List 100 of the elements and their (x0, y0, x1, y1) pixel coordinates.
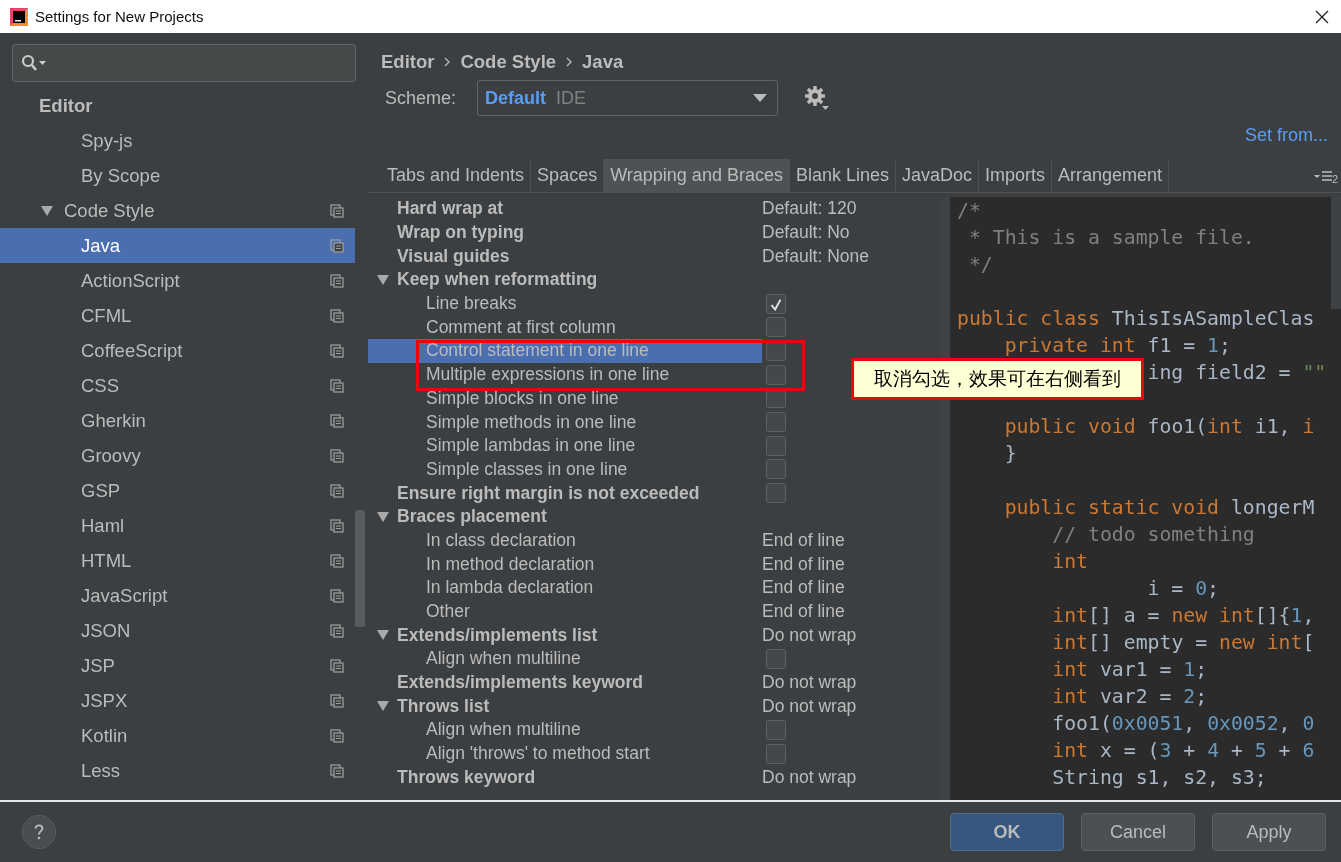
checkbox[interactable] (766, 459, 786, 480)
option-row[interactable]: Visual guides (368, 244, 762, 269)
tab[interactable]: Imports (979, 159, 1053, 192)
option-row[interactable]: Multiple expressions in one line (368, 362, 762, 387)
sidebar-item[interactable]: CSS (0, 368, 355, 403)
dialog-button[interactable]: Apply (1212, 813, 1326, 851)
expand-triangle-icon[interactable] (40, 204, 54, 217)
list-menu-icon (1313, 169, 1332, 182)
scrollbar-thumb[interactable] (355, 510, 365, 627)
sidebar-item[interactable]: Java (0, 228, 355, 263)
option-row[interactable]: Throws keyword (368, 765, 762, 790)
option-value[interactable]: Do not wrap (762, 695, 857, 717)
checkbox[interactable] (766, 435, 786, 456)
option-row[interactable]: In class declaration (368, 528, 762, 553)
tab[interactable]: Tabs and Indents (381, 159, 532, 192)
option-value[interactable]: End of line (762, 601, 845, 623)
option-row[interactable]: In lambda declaration (368, 576, 762, 600)
chevron-icon (444, 56, 451, 67)
chevron-icon (566, 56, 573, 67)
sidebar-item[interactable]: Groovy (0, 438, 355, 473)
option-value[interactable]: End of line (762, 529, 845, 551)
option-row[interactable]: Align 'throws' to method start (368, 741, 762, 766)
option-value[interactable]: Do not wrap (762, 766, 857, 788)
checkbox[interactable] (766, 364, 786, 385)
sidebar-item[interactable]: Gherkin (0, 403, 355, 438)
tab[interactable]: JavaDoc (896, 159, 980, 192)
expand-triangle-icon[interactable] (375, 273, 390, 286)
checkbox[interactable] (766, 483, 786, 504)
settings-icon[interactable] (804, 85, 830, 111)
breadcrumb-item[interactable]: Code Style (460, 50, 557, 73)
option-value[interactable]: End of line (762, 577, 845, 599)
search-field[interactable] (12, 44, 356, 82)
tab-overflow-button[interactable]: 2 (1313, 159, 1341, 192)
dialog-button[interactable]: OK (950, 813, 1064, 851)
expand-triangle-icon[interactable] (375, 629, 390, 642)
option-row[interactable]: Simple classes in one line (368, 457, 762, 482)
sidebar-item[interactable]: HTML (0, 543, 355, 578)
sidebar-item[interactable]: Code Style (0, 193, 355, 228)
tab[interactable]: Blank Lines (789, 159, 896, 192)
sidebar-item[interactable]: JSON (0, 613, 355, 648)
scheme-label: Scheme: (385, 87, 458, 109)
option-row[interactable]: Other (368, 599, 762, 624)
checkbox[interactable] (766, 317, 786, 338)
checkbox[interactable] (766, 412, 786, 433)
scrollbar-thumb[interactable] (1331, 197, 1341, 309)
option-row[interactable]: Simple lambdas in one line (368, 433, 762, 458)
option-value[interactable]: Do not wrap (762, 672, 857, 694)
option-row[interactable]: Align when multiline (368, 647, 762, 671)
dialog-button[interactable]: Cancel (1081, 813, 1195, 851)
sidebar-item[interactable]: Editor (0, 88, 355, 123)
sidebar-item[interactable]: JSPX (0, 683, 355, 718)
option-row[interactable]: Simple methods in one line (368, 410, 762, 434)
set-from-link[interactable]: Set from... (1244, 125, 1328, 146)
option-value[interactable]: End of line (762, 553, 845, 575)
sidebar-item[interactable]: Haml (0, 508, 355, 543)
option-row[interactable]: Line breaks (368, 291, 762, 316)
app-logo-icon (10, 7, 28, 26)
breadcrumb-item[interactable]: Editor (381, 50, 435, 73)
sidebar-item[interactable]: CFML (0, 298, 355, 333)
option-value[interactable]: Default: No (762, 222, 850, 244)
checkbox[interactable] (766, 293, 786, 314)
expand-triangle-icon[interactable] (375, 510, 390, 523)
tab[interactable]: Arrangement (1052, 159, 1170, 192)
expand-triangle-icon[interactable] (375, 700, 390, 713)
sidebar-item[interactable]: ActionScript (0, 263, 355, 298)
option-row[interactable]: Throws list (368, 694, 762, 719)
option-row[interactable]: Braces placement (368, 504, 762, 529)
help-button[interactable] (22, 815, 56, 849)
annotation-callout: 取消勾选，效果可在右侧看到 (851, 358, 1144, 400)
tab[interactable]: Wrapping and Braces (604, 159, 790, 192)
option-value[interactable]: Do not wrap (762, 624, 857, 646)
sidebar-item[interactable]: JSP (0, 648, 355, 683)
option-row[interactable]: Extends/implements list (368, 623, 762, 648)
search-icon (21, 54, 47, 72)
checkbox[interactable] (766, 719, 786, 740)
option-row[interactable]: Comment at first column (368, 315, 762, 340)
sidebar-item[interactable]: Kotlin (0, 718, 355, 753)
sidebar-item[interactable]: Less (0, 753, 355, 788)
sidebar-item[interactable]: CoffeeScript (0, 333, 355, 368)
option-row[interactable]: Align when multiline (368, 718, 762, 742)
breadcrumb-item[interactable]: Java (582, 50, 624, 73)
question-mark-icon (33, 823, 45, 841)
sidebar-item[interactable]: Spy-js (0, 123, 355, 158)
option-value[interactable]: Default: 120 (762, 198, 857, 220)
option-row[interactable]: Simple blocks in one line (368, 386, 762, 411)
sidebar-item[interactable]: By Scope (0, 158, 355, 193)
option-value[interactable]: Default: None (762, 245, 869, 267)
option-row[interactable]: Ensure right margin is not exceeded (368, 481, 762, 505)
checkbox[interactable] (766, 743, 786, 764)
option-row[interactable]: Extends/implements keyword (368, 670, 762, 695)
scheme-dropdown[interactable]: Default IDE (477, 80, 778, 116)
option-row[interactable]: Keep when reformatting (368, 268, 762, 292)
option-row[interactable]: Wrap on typing (368, 220, 762, 245)
sidebar-item[interactable]: JavaScript (0, 578, 355, 613)
option-row[interactable]: In method declaration (368, 552, 762, 576)
window-title: Settings for New Projects (35, 8, 205, 25)
option-row[interactable]: Hard wrap at (368, 197, 762, 221)
close-icon[interactable] (1315, 9, 1329, 24)
checkbox[interactable] (766, 648, 786, 669)
sidebar-item[interactable]: GSP (0, 473, 355, 508)
